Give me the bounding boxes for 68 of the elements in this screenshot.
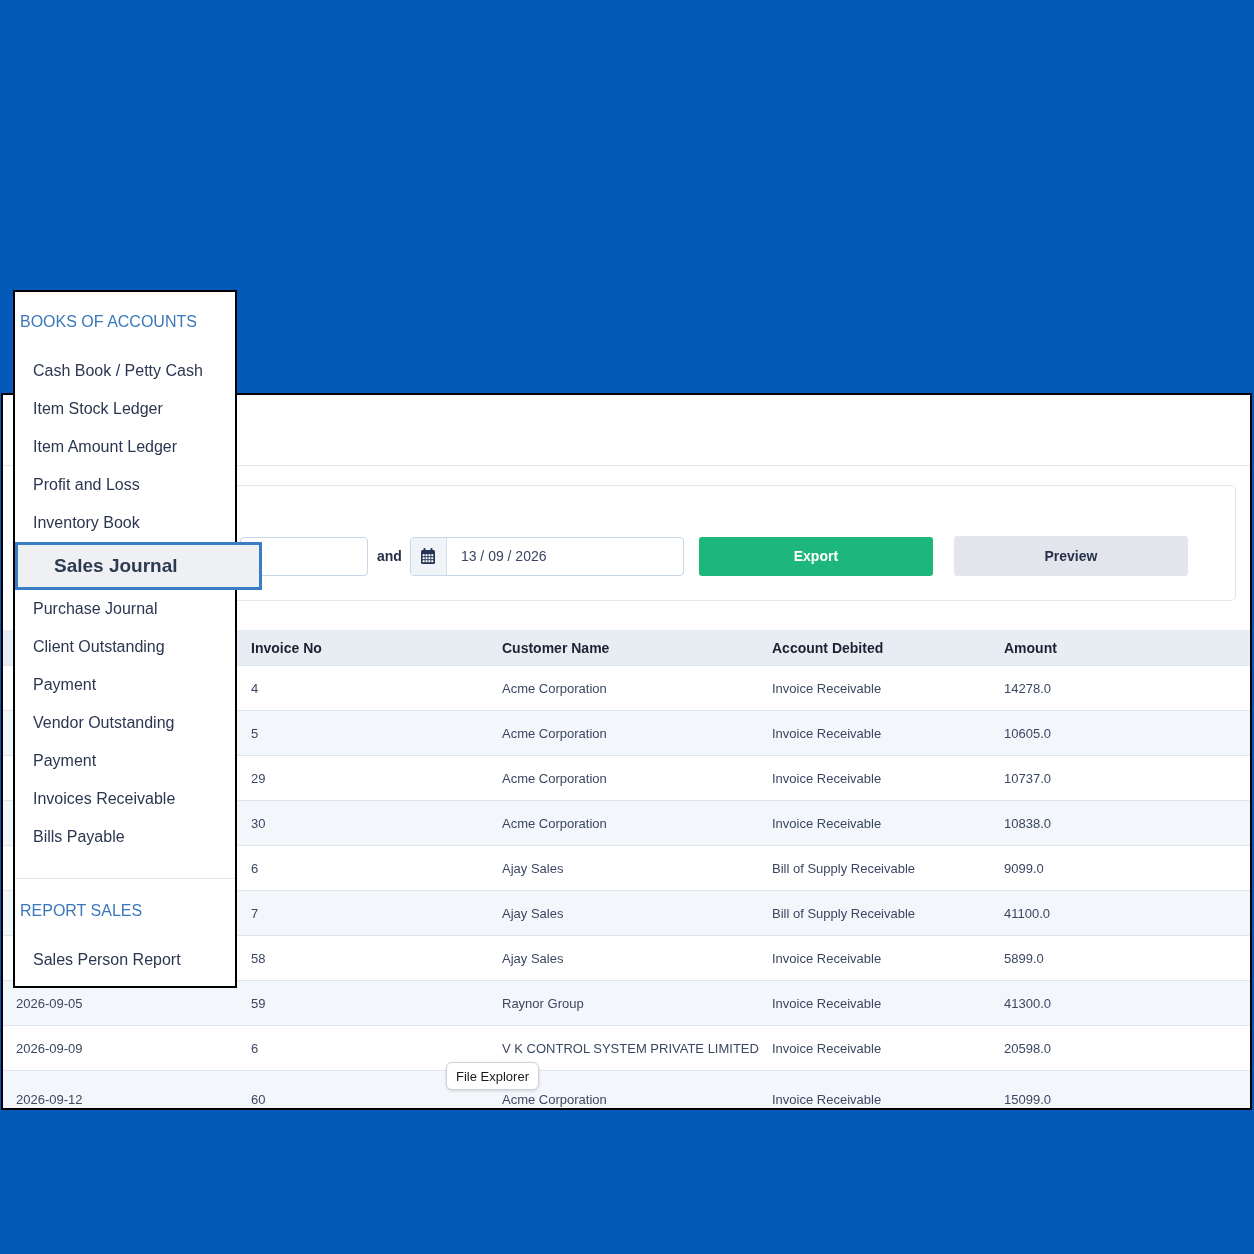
table-cell: 29: [251, 770, 266, 786]
table-cell: Raynor Group: [502, 995, 584, 1011]
calendar-icon: [421, 548, 436, 564]
and-label: and: [377, 548, 402, 564]
menu-item[interactable]: Invoices Receivable: [15, 780, 235, 818]
table-cell: Acme Corporation: [502, 680, 607, 696]
menu-item[interactable]: Sales Journal: [15, 542, 262, 590]
table-cell: 6: [251, 1040, 259, 1056]
table-cell: Ajay Sales: [502, 950, 564, 966]
table-cell: 9099.0: [1004, 860, 1044, 876]
table-cell: Invoice Receivable: [772, 815, 882, 831]
table-cell: Invoice Receivable: [772, 1040, 882, 1056]
table-cell: 2026-09-09: [16, 1040, 83, 1056]
table-cell: 2026-09-05: [16, 995, 83, 1011]
table-cell: Acme Corporation: [502, 770, 607, 786]
table-cell: V K CONTROL SYSTEM PRIVATE LIMITED: [502, 1040, 759, 1056]
table-cell: 14278.0: [1004, 680, 1051, 696]
section-heading: REPORT SALES: [19, 901, 144, 921]
table-cell: Invoice Receivable: [772, 770, 882, 786]
table-cell: Bill of Supply Receivable: [772, 905, 916, 921]
table-cell: Invoice Receivable: [772, 950, 882, 966]
column-header: Invoice No: [251, 639, 322, 656]
column-header: Amount: [1004, 639, 1057, 656]
table-cell: Invoice Receivable: [772, 680, 882, 696]
table-cell: Invoice Receivable: [772, 995, 882, 1011]
menu-item[interactable]: Client Outstanding: [15, 628, 235, 666]
table-cell: 7: [251, 905, 259, 921]
table-cell: 41100.0: [1004, 905, 1051, 921]
menu-item[interactable]: Purchase Journal: [15, 590, 235, 628]
menu-item[interactable]: Vendor Outstanding: [15, 704, 235, 742]
menu-item[interactable]: Cash Book / Petty Cash: [15, 352, 235, 390]
table-cell: Acme Corporation: [502, 725, 607, 741]
menu-item[interactable]: Sales Person Report: [15, 941, 235, 979]
table-cell: 10737.0: [1004, 770, 1051, 786]
date-field[interactable]: 13 / 09 / 2026: [409, 536, 684, 576]
table-cell: 4: [251, 680, 259, 696]
table-cell: 10838.0: [1004, 815, 1051, 831]
secondary-button[interactable]: Preview: [953, 536, 1188, 576]
table-cell: 30: [251, 815, 266, 831]
table-cell: Ajay Sales: [502, 905, 564, 921]
tooltip: File Explorer: [446, 1062, 539, 1090]
table-cell: Acme Corporation: [502, 815, 607, 831]
column-header: Account Debited: [772, 639, 884, 656]
table-cell: 10605.0: [1004, 725, 1051, 741]
table-cell: 5: [251, 725, 259, 741]
table-cell: 20598.0: [1004, 1040, 1051, 1056]
column-header: Customer Name: [502, 639, 610, 656]
table-cell: 60: [251, 1092, 266, 1107]
menu-item[interactable]: Bills Payable: [15, 818, 235, 856]
table-cell: Acme Corporation: [502, 1092, 607, 1107]
table-cell: 15099.0: [1004, 1092, 1051, 1107]
menu-item[interactable]: Payment: [15, 666, 235, 704]
table-cell: Bill of Supply Receivable: [772, 860, 916, 876]
table-cell: 6: [251, 860, 259, 876]
table-cell: Invoice Receivable: [772, 725, 882, 741]
section-heading: BOOKS OF ACCOUNTS: [19, 312, 198, 332]
table-cell: Ajay Sales: [502, 860, 564, 876]
table-cell: 59: [251, 995, 266, 1011]
menu-item[interactable]: Inventory Book: [15, 504, 235, 542]
table-cell: Invoice Receivable: [772, 1092, 882, 1107]
menu-item[interactable]: Item Amount Ledger: [15, 428, 235, 466]
table-cell: 41300.0: [1004, 995, 1051, 1011]
menu-item[interactable]: Payment: [15, 742, 235, 780]
menu-item[interactable]: Item Stock Ledger: [15, 390, 235, 428]
table-cell: 2026-09-12: [16, 1092, 83, 1107]
table-cell: 5899.0: [1004, 950, 1044, 966]
menu-item[interactable]: Profit and Loss: [15, 466, 235, 504]
table-cell: 58: [251, 950, 266, 966]
